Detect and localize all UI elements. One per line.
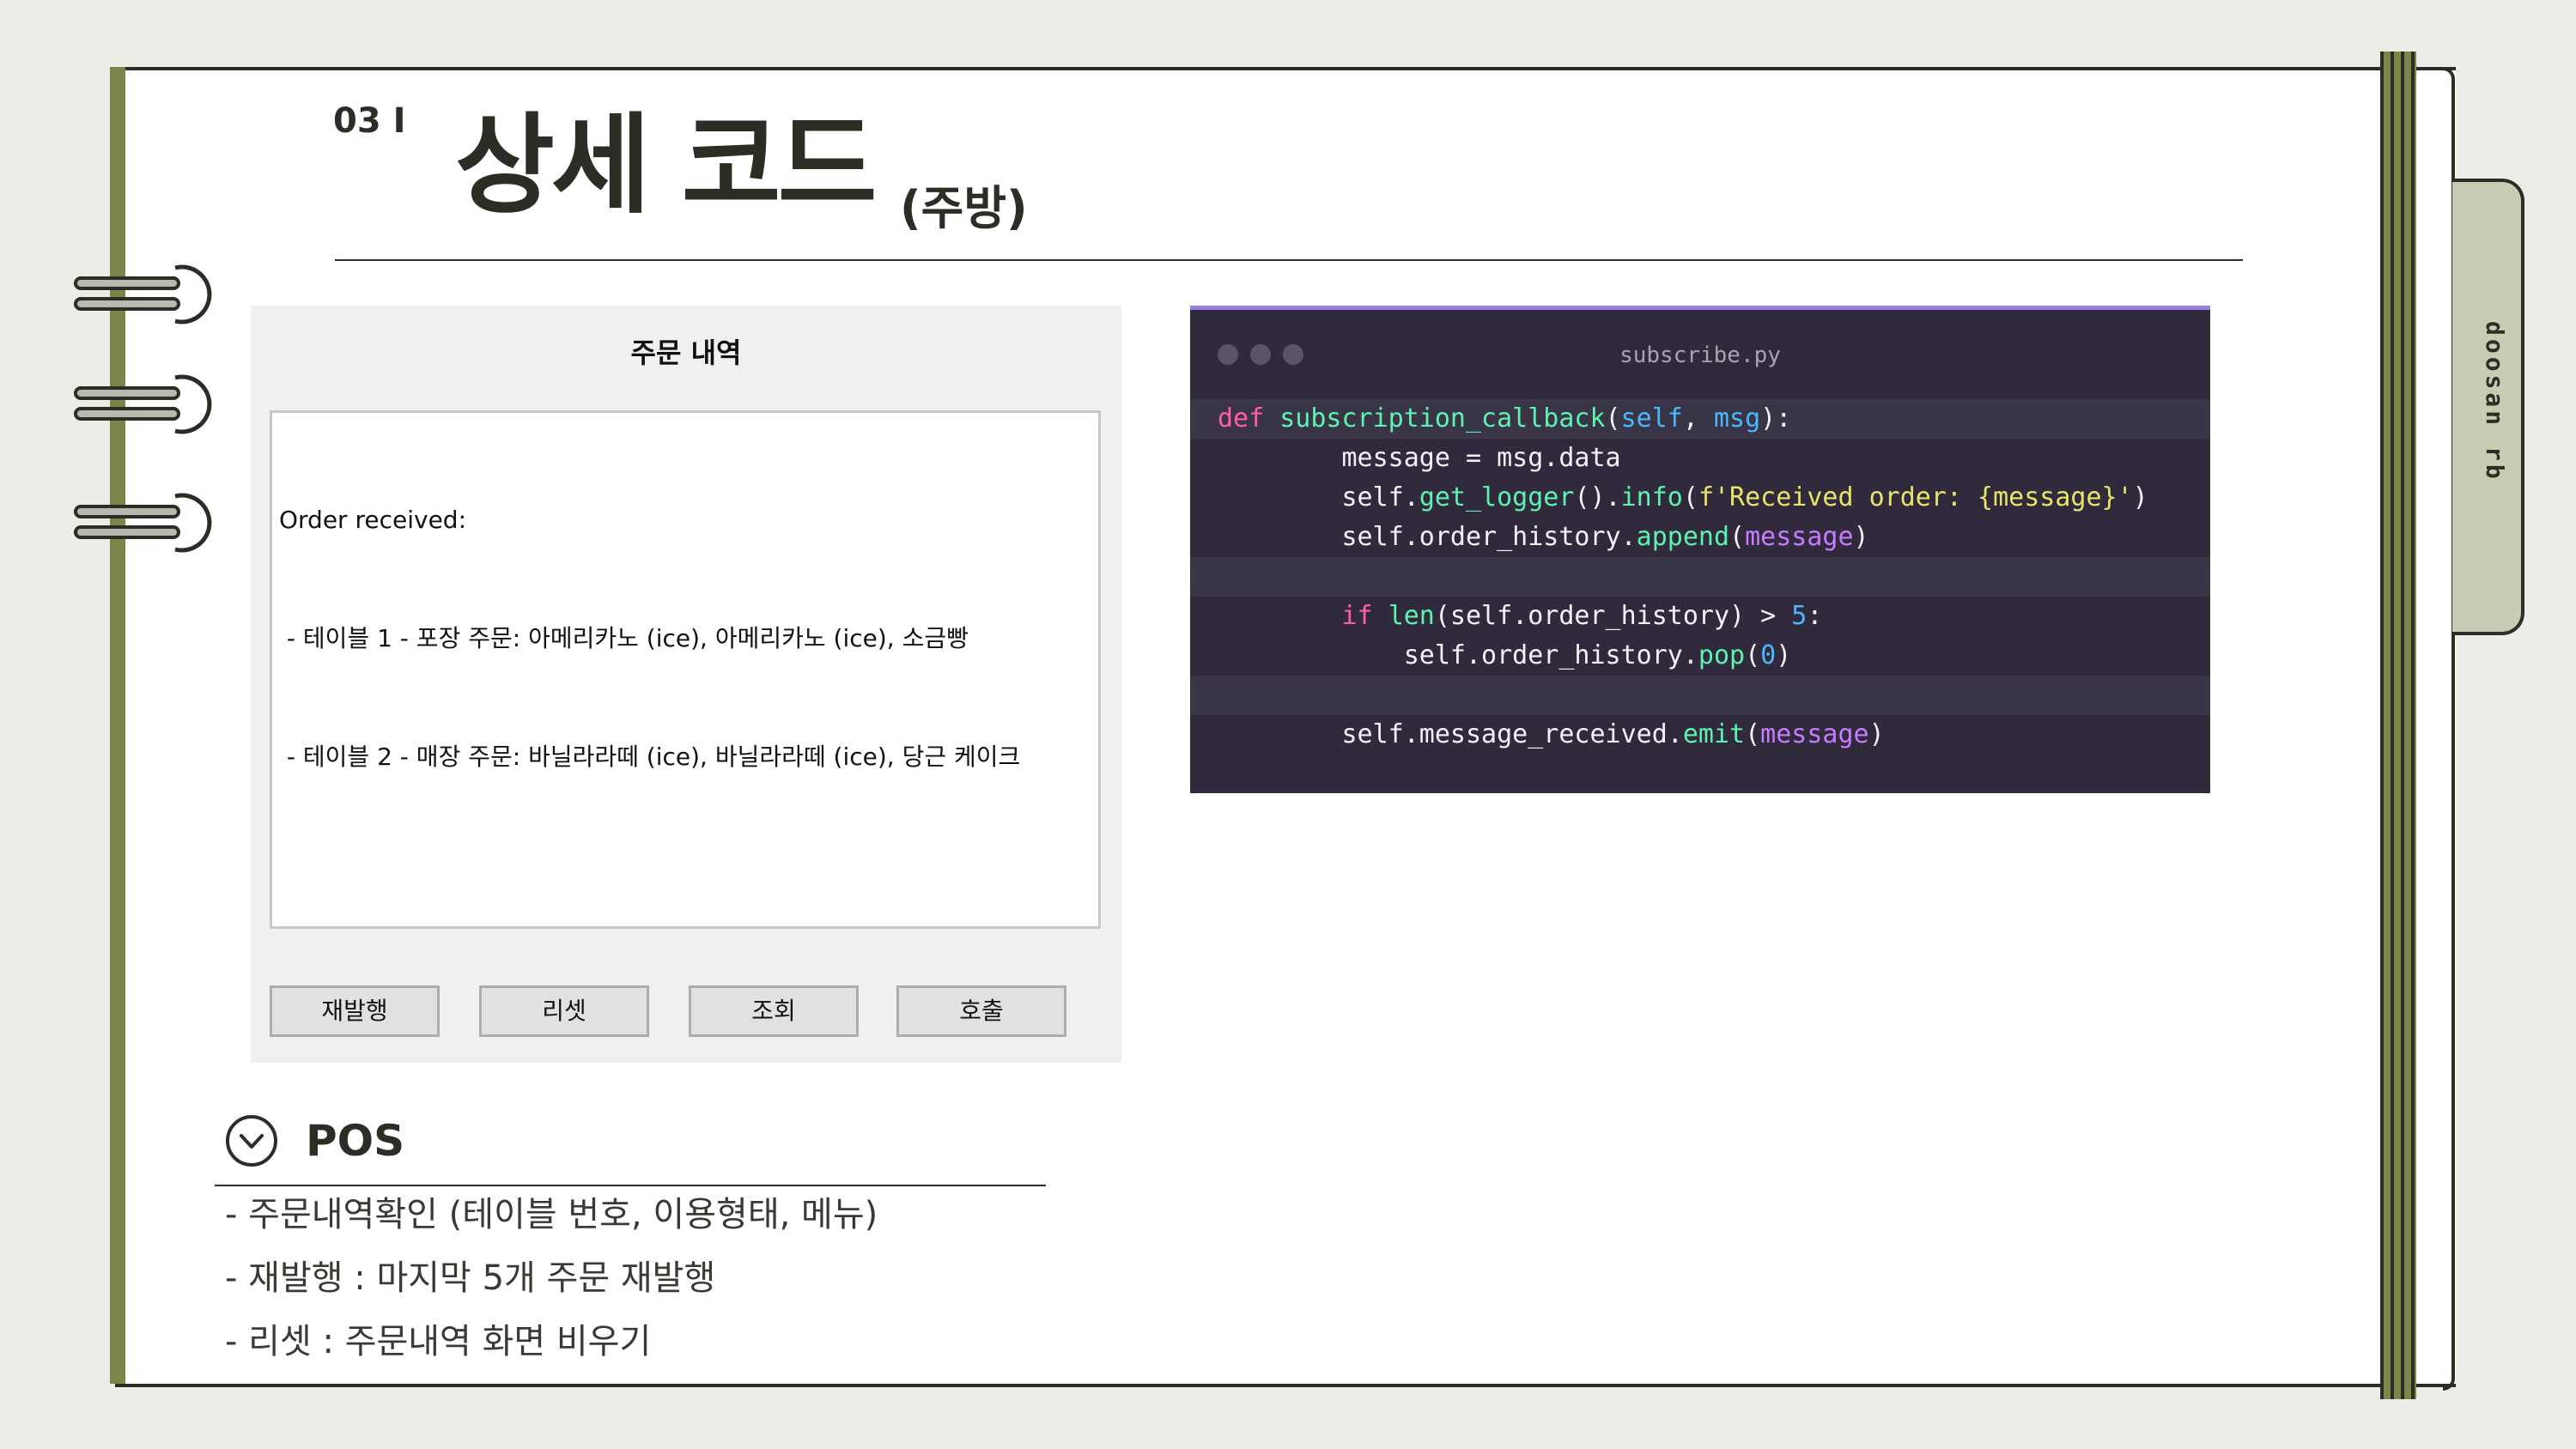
code-line: self.get_logger().info(f'Received order:…: [1218, 482, 2148, 512]
code-line: [1190, 676, 2210, 715]
dialog-title: 주문 내역: [630, 336, 742, 369]
code-line: self.message_received.emit(message): [1218, 719, 1885, 749]
order-history-textarea[interactable]: Order received: - 테이블 1 - 포장 주문: 아메리카노 (…: [270, 410, 1101, 929]
page-edge-stripes: [2380, 52, 2416, 1399]
code-line: message = msg.data: [1218, 443, 1621, 473]
code-line: [1190, 557, 2210, 597]
call-button[interactable]: 호출: [896, 985, 1066, 1037]
binder-ring-icon: [72, 263, 222, 326]
page-subtitle: (주방): [900, 181, 1028, 235]
pos-list-item: - 주문내역확인 (테이블 번호, 이용형태, 메뉴): [225, 1195, 878, 1234]
pos-list-item: - 재발행 : 마지막 5개 주문 재발행: [225, 1258, 716, 1298]
order-line: - 테이블 1 - 포장 주문: 아메리카노 (ice), 아메리카노 (ice…: [279, 624, 969, 652]
code-line: if len(self.order_history) > 5:: [1341, 601, 1823, 631]
page-title: 상세 코드: [455, 102, 878, 228]
pos-section-title: POS: [306, 1116, 405, 1166]
title-divider: [335, 259, 2243, 261]
chevron-down-icon[interactable]: [225, 1114, 278, 1167]
order-line: - 테이블 2 - 매장 주문: 바닐라라떼 (ice), 바닐라라떼 (ice…: [279, 743, 1021, 771]
pos-list-item: - 리셋 : 주문내역 화면 비우기: [225, 1322, 652, 1361]
binder-ring-icon: [72, 491, 222, 555]
side-tab-label: doosan rb: [2481, 321, 2509, 482]
order-history-window: 주문 내역 Order received: - 테이블 1 - 포장 주문: 아…: [251, 306, 1121, 1063]
binder-ring-icon: [72, 373, 222, 436]
reset-button[interactable]: 리셋: [479, 985, 649, 1037]
section-number: 03 I: [333, 101, 406, 141]
code-window: subscribe.py def subscription_callback(s…: [1190, 306, 2210, 793]
code-block: def subscription_callback(self, msg): me…: [1190, 399, 2210, 755]
reissue-button[interactable]: 재발행: [270, 985, 440, 1037]
code-line: self.order_history.append(message): [1218, 522, 1869, 552]
lookup-button[interactable]: 조회: [689, 985, 859, 1037]
code-line: self.order_history.pop(0): [1218, 640, 1792, 670]
order-line: Order received:: [279, 506, 466, 534]
code-line: def subscription_callback(self, msg):: [1190, 399, 2210, 439]
code-filename: subscribe.py: [1619, 343, 1781, 368]
